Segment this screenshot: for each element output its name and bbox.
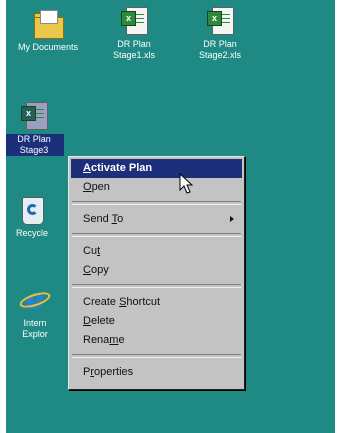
internet-explorer-icon: e bbox=[17, 284, 53, 316]
desktop-icon-label: DR Plan Stage2.xls bbox=[198, 39, 242, 60]
menu-item-rename[interactable]: Rename bbox=[71, 331, 242, 350]
menu-separator bbox=[72, 284, 241, 288]
context-menu: Activate Plan Open Send To Cut Copy Crea… bbox=[68, 156, 245, 390]
menu-separator bbox=[72, 201, 241, 205]
excel-file-icon: x bbox=[17, 100, 51, 132]
desktop-icon-dr-plan-stage3[interactable]: x DR Plan Stage3 bbox=[6, 100, 64, 156]
desktop-icon-dr-plan-stage1[interactable]: x DR Plan Stage1.xls bbox=[92, 5, 176, 61]
menu-item-cut[interactable]: Cut bbox=[71, 242, 242, 261]
desktop-icon-label: DR Plan Stage3 bbox=[6, 134, 64, 156]
excel-file-icon: x bbox=[117, 5, 151, 37]
menu-item-activate-plan[interactable]: Activate Plan bbox=[71, 159, 242, 178]
folder-icon bbox=[31, 8, 65, 40]
desktop-icon-internet-explorer[interactable]: e Intern Explor bbox=[7, 284, 63, 340]
menu-separator bbox=[72, 354, 241, 358]
menu-separator bbox=[72, 233, 241, 237]
menu-item-copy[interactable]: Copy bbox=[71, 261, 242, 280]
desktop-icon-label: Recycle bbox=[15, 228, 48, 238]
recycle-bin-icon bbox=[15, 194, 49, 226]
menu-item-create-shortcut[interactable]: Create Shortcut bbox=[71, 293, 242, 312]
excel-file-icon: x bbox=[203, 5, 237, 37]
submenu-arrow-icon bbox=[230, 216, 234, 222]
menu-item-properties[interactable]: Properties bbox=[71, 363, 242, 382]
desktop-icon-my-documents[interactable]: My Documents bbox=[6, 8, 90, 53]
desktop-icon-recycle-bin[interactable]: Recycle bbox=[6, 194, 62, 239]
menu-item-delete[interactable]: Delete bbox=[71, 312, 242, 331]
menu-item-open[interactable]: Open bbox=[71, 178, 242, 197]
desktop-icon-label: DR Plan Stage1.xls bbox=[112, 39, 156, 60]
desktop-icon-label: My Documents bbox=[17, 42, 79, 52]
arrow-pointer-icon bbox=[179, 173, 193, 194]
desktop-icon-label: Intern Explor bbox=[22, 318, 48, 339]
menu-item-send-to[interactable]: Send To bbox=[71, 210, 242, 229]
desktop-icon-dr-plan-stage2[interactable]: x DR Plan Stage2.xls bbox=[178, 5, 262, 61]
